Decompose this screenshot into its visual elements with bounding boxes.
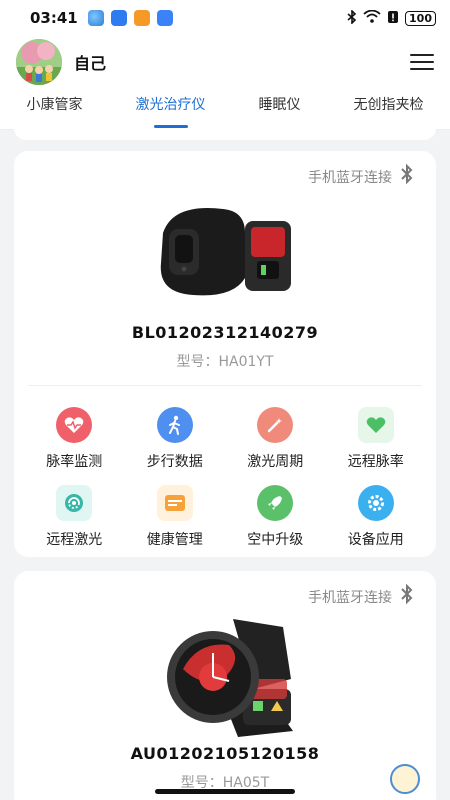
feature-label: 激光周期 [247, 454, 304, 470]
status-indicators: 100 [347, 8, 436, 27]
connection-label: 手机蓝牙连接 [308, 589, 392, 606]
feature-label: 步行数据 [146, 454, 203, 470]
device-card[interactable]: 手机蓝牙连接 BL01202312140279 型号：HA01YT 脉率监测 步… [14, 151, 436, 557]
feature-remote-pulse[interactable]: 远程脉率 [326, 407, 427, 471]
device-serial-number: AU01202105120158 [130, 744, 320, 763]
feature-ota-upgrade[interactable]: 空中升级 [225, 485, 326, 549]
mail-app-icon [156, 10, 173, 26]
home-indicator[interactable] [155, 789, 295, 794]
feature-device-apps[interactable]: 设备应用 [326, 485, 427, 549]
bluetooth-connect-button[interactable]: 手机蓝牙连接 [308, 583, 414, 610]
device-model: 型号：HA01YT [176, 354, 274, 370]
feature-laser-cycle[interactable]: 激光周期 [225, 407, 326, 471]
tab-laser-therapy[interactable]: 激光治疗仪 [130, 88, 212, 130]
weather-app-icon [87, 10, 104, 26]
feature-label: 脉率监测 [46, 454, 103, 470]
feature-pulse-monitoring[interactable]: 脉率监测 [24, 407, 125, 471]
feature-walking-data[interactable]: 步行数据 [125, 407, 226, 471]
feature-remote-laser[interactable]: 远程激光 [24, 485, 125, 549]
feature-label: 健康管理 [146, 532, 203, 548]
clock: 03:41 [30, 9, 78, 27]
orange-app-icon [133, 10, 150, 26]
previous-card-edge [14, 128, 436, 140]
bluetooth-icon [400, 583, 414, 610]
tab-sleep-device[interactable]: 睡眠仪 [253, 88, 307, 130]
laser-watch-device-image [163, 619, 298, 737]
bluetooth-icon [400, 163, 414, 190]
app-gear-icon [357, 485, 394, 521]
laser-band-device-image [153, 203, 298, 303]
tab-xiaokang-butler[interactable]: 小康管家 [21, 88, 89, 130]
hamburger-menu-icon[interactable] [410, 54, 434, 70]
floating-assistant-button[interactable] [390, 764, 420, 794]
feature-label: 设备应用 [347, 532, 404, 548]
feature-health-management[interactable]: 健康管理 [125, 485, 226, 549]
device-serial-number: BL01202312140279 [131, 323, 319, 342]
feature-label: 空中升级 [247, 532, 304, 548]
laser-wand-icon [257, 407, 294, 443]
device-type-tabs: 小康管家 激光治疗仪 睡眠仪 无创指夹检 [0, 88, 450, 130]
connection-label: 手机蓝牙连接 [308, 169, 392, 186]
user-name[interactable]: 自己 [74, 50, 106, 74]
bluetooth-status-icon [347, 8, 357, 27]
remote-laser-icon [56, 485, 93, 521]
status-bar: 03:41 100 [0, 0, 450, 36]
app-header: 自己 [0, 36, 450, 88]
avatar[interactable] [16, 39, 62, 85]
feature-label: 远程脉率 [347, 454, 404, 470]
wifi-icon [363, 9, 381, 26]
tab-noninvasive-finger-clip[interactable]: 无创指夹检 [348, 88, 430, 130]
sim-alert-icon [387, 10, 399, 27]
rocket-icon [257, 485, 294, 521]
battery-indicator: 100 [405, 10, 436, 26]
remote-heart-icon [357, 407, 394, 443]
bluetooth-connect-button[interactable]: 手机蓝牙连接 [308, 163, 414, 190]
blue-app-icon [110, 10, 127, 26]
health-card-icon [156, 485, 193, 521]
feature-grid: 脉率监测 步行数据 激光周期 远程脉率 远程激光 健康管理 空中升级 设备应用 [24, 407, 426, 549]
heart-pulse-icon [56, 407, 93, 443]
feature-label: 远程激光 [46, 532, 103, 548]
walking-icon [156, 407, 193, 443]
device-card[interactable]: 手机蓝牙连接 AU01202105120158 型号：HA05T [14, 571, 436, 800]
card-divider [28, 385, 422, 386]
